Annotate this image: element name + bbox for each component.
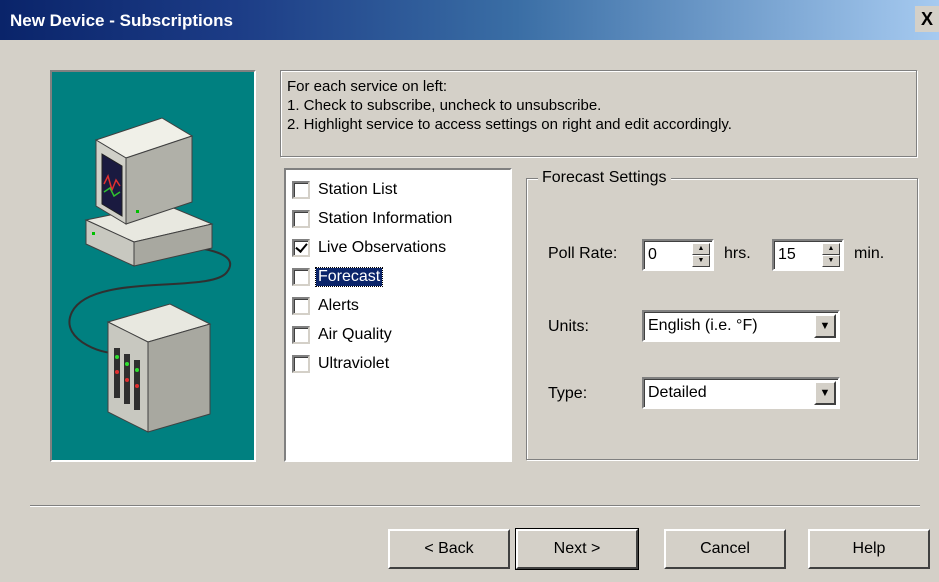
spin-up-icon[interactable]: ▲: [822, 243, 840, 255]
service-alerts[interactable]: Alerts: [292, 294, 361, 318]
service-label[interactable]: Alerts: [316, 297, 361, 315]
computer-and-server-icon: [68, 117, 231, 433]
service-label[interactable]: Station List: [316, 181, 399, 199]
title-bar: New Device - Subscriptions X: [0, 0, 939, 40]
checkbox[interactable]: [292, 297, 310, 315]
spin-down-icon[interactable]: ▼: [822, 255, 840, 267]
instruction-line: For each service on left:: [287, 78, 448, 95]
back-button[interactable]: < Back: [388, 529, 510, 569]
close-button[interactable]: X: [915, 6, 939, 32]
spin-up-icon[interactable]: ▲: [692, 243, 710, 255]
service-label[interactable]: Ultraviolet: [316, 355, 391, 373]
next-button[interactable]: Next >: [515, 528, 639, 570]
service-ultraviolet[interactable]: Ultraviolet: [292, 352, 391, 376]
cancel-button[interactable]: Cancel: [664, 529, 786, 569]
service-air-quality[interactable]: Air Quality: [292, 323, 394, 347]
device-illustration: [50, 70, 256, 462]
checkbox[interactable]: [292, 210, 310, 228]
type-dropdown[interactable]: Detailed ▼: [642, 377, 840, 409]
service-forecast[interactable]: Forecast: [292, 265, 384, 289]
type-selected-value[interactable]: Detailed: [648, 384, 707, 402]
group-title: Forecast Settings: [538, 169, 671, 187]
checkbox-checked[interactable]: [292, 239, 310, 257]
service-live-observations[interactable]: Live Observations: [292, 236, 448, 260]
computer-icon: [84, 117, 214, 267]
help-button[interactable]: Help: [808, 529, 930, 569]
checkbox[interactable]: [292, 268, 310, 286]
services-list[interactable]: Station List Station Information Live Ob…: [284, 168, 512, 462]
units-label: Units:: [548, 318, 589, 335]
poll-rate-label: Poll Rate:: [548, 245, 618, 262]
window-title: New Device - Subscriptions: [10, 11, 233, 30]
poll-minutes-value[interactable]: 15: [778, 246, 796, 264]
service-label-selected[interactable]: Forecast: [314, 267, 384, 287]
chevron-down-icon[interactable]: ▼: [814, 314, 836, 338]
service-label[interactable]: Live Observations: [316, 239, 448, 257]
checkbox[interactable]: [292, 355, 310, 373]
service-station-list[interactable]: Station List: [292, 178, 399, 202]
spin-down-icon[interactable]: ▼: [692, 255, 710, 267]
checkbox[interactable]: [292, 181, 310, 199]
spinner-buttons[interactable]: ▲ ▼: [822, 243, 840, 267]
service-label[interactable]: Station Information: [316, 210, 454, 228]
poll-hours-spinner[interactable]: 0 ▲ ▼: [642, 239, 714, 271]
units-selected-value[interactable]: English (i.e. °F): [648, 317, 758, 335]
service-station-information[interactable]: Station Information: [292, 207, 454, 231]
chevron-down-icon[interactable]: ▼: [814, 381, 836, 405]
instructions-box: For each service on left: 1. Check to su…: [280, 70, 917, 157]
poll-hours-value[interactable]: 0: [648, 246, 657, 264]
poll-minutes-spinner[interactable]: 15 ▲ ▼: [772, 239, 844, 271]
spinner-buttons[interactable]: ▲ ▼: [692, 243, 710, 267]
minutes-unit-label: min.: [854, 245, 885, 262]
units-dropdown[interactable]: English (i.e. °F) ▼: [642, 310, 840, 342]
instruction-line: 1. Check to subscribe, uncheck to unsubs…: [287, 97, 602, 114]
service-label[interactable]: Air Quality: [316, 326, 394, 344]
type-label: Type:: [548, 385, 588, 402]
server-rack-icon: [106, 303, 212, 433]
instruction-line: 2. Highlight service to access settings …: [287, 116, 732, 133]
separator: [30, 505, 920, 507]
hours-unit-label: hrs.: [724, 245, 751, 262]
checkbox[interactable]: [292, 326, 310, 344]
